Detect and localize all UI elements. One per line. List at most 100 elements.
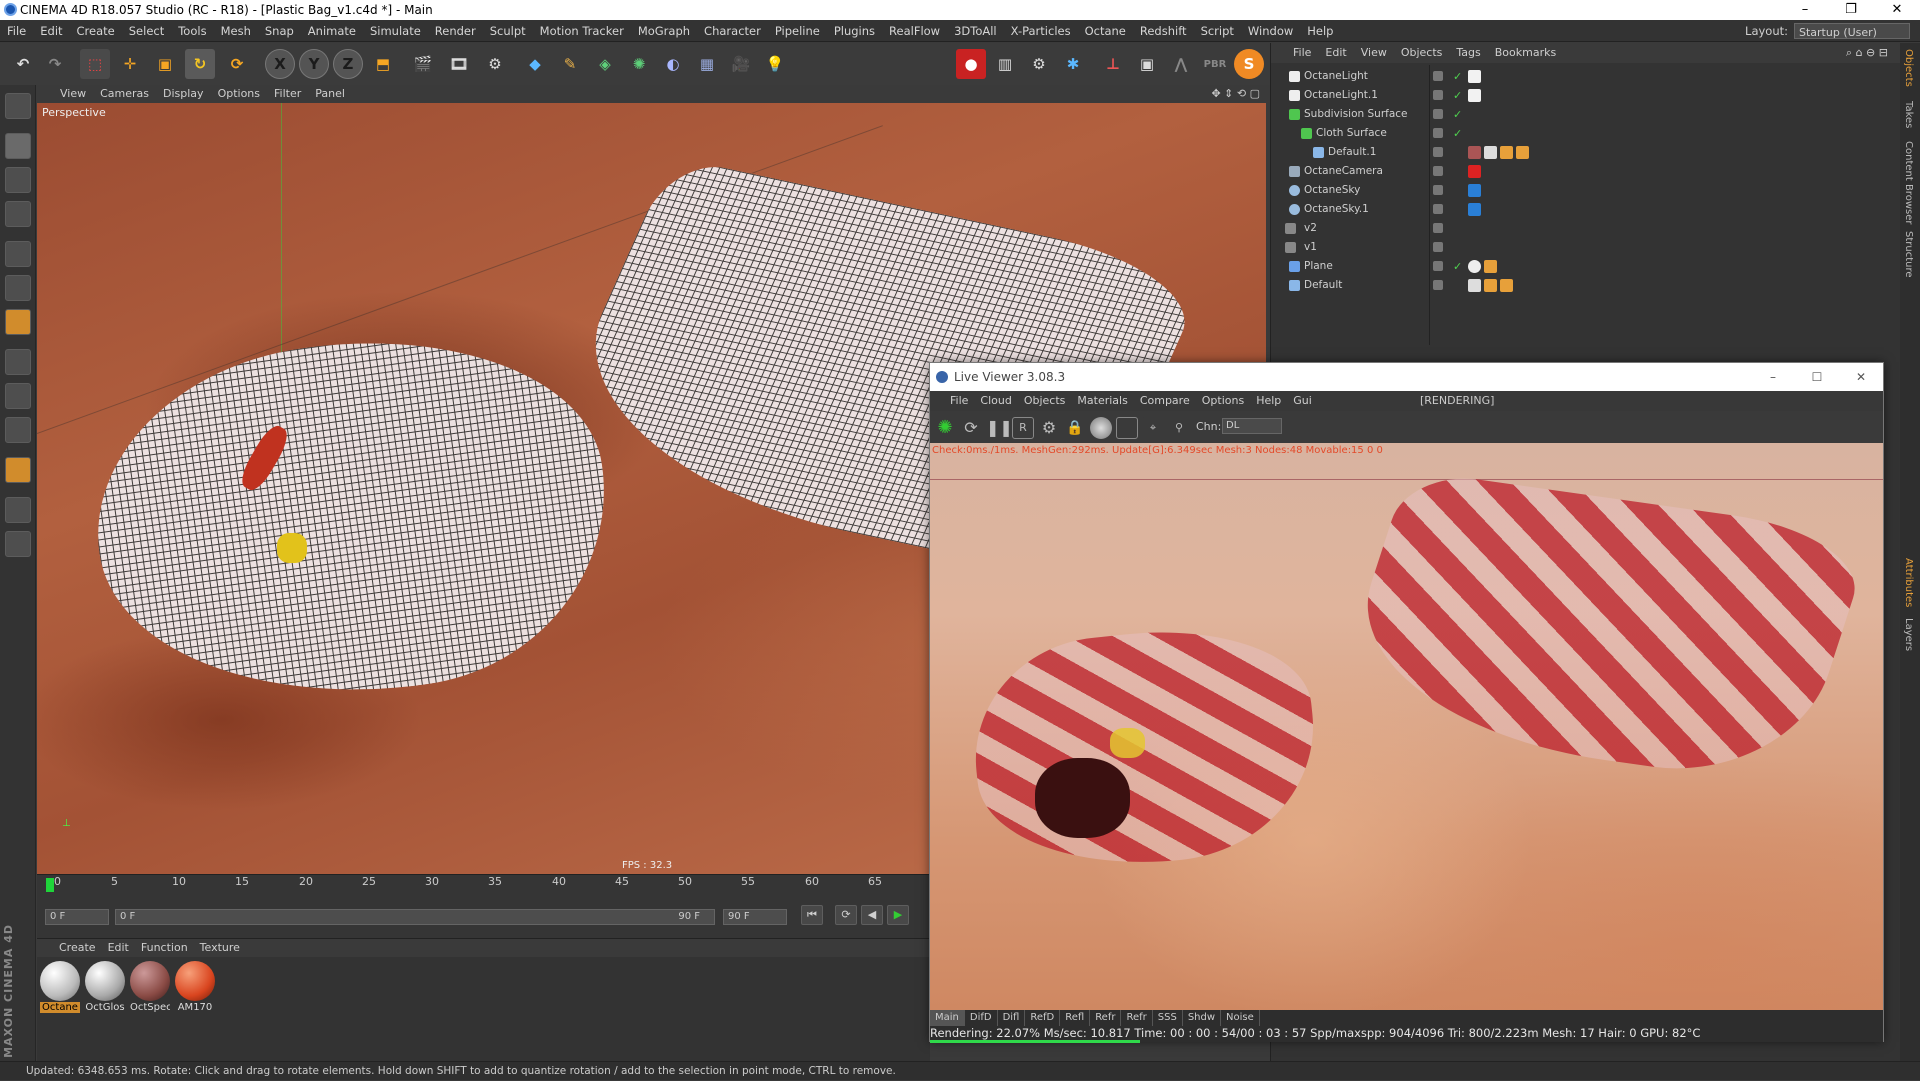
timeline-ruler[interactable]: 0 5 10 15 20 25 30 35 40 45 50 55 60 65	[37, 874, 930, 898]
light-icon[interactable]: 💡	[760, 49, 790, 79]
menu-plugins[interactable]: Plugins	[827, 20, 882, 42]
live-selection-icon[interactable]: ⬚	[80, 49, 110, 79]
menu-octane[interactable]: Octane	[1078, 20, 1133, 42]
lv-maximize-icon[interactable]: ☐	[1795, 363, 1839, 391]
make-editable-icon[interactable]	[5, 93, 31, 119]
polygons-mode-icon[interactable]	[5, 309, 31, 335]
menu-help[interactable]: Help	[1300, 20, 1340, 42]
viewport-menu-filter[interactable]: Filter	[267, 85, 308, 103]
menu-x-particles[interactable]: X-Particles	[1004, 20, 1078, 42]
start-frame-field[interactable]: 0 F	[45, 909, 109, 925]
objects-menu-file[interactable]: File	[1271, 43, 1318, 63]
objects-menu-edit[interactable]: Edit	[1318, 43, 1353, 63]
scale-icon[interactable]: ▣	[150, 49, 180, 79]
menu-edit[interactable]: Edit	[33, 20, 69, 42]
pass-tab-refl[interactable]: Refl	[1060, 1010, 1091, 1026]
pass-tab-difd[interactable]: DifD	[965, 1010, 998, 1026]
lv-menu-file[interactable]: File	[930, 391, 974, 411]
viewport-menu-display[interactable]: Display	[156, 85, 211, 103]
side-tab-content-browser[interactable]: Content Browser	[1903, 141, 1914, 224]
render-preview[interactable]: Check:0ms./1ms. MeshGen:292ms. Update[G]…	[930, 443, 1883, 1010]
lv-close-icon[interactable]: ✕	[1839, 363, 1883, 391]
camera-icon[interactable]: 🎥	[726, 49, 756, 79]
layout-select[interactable]: Startup (User)	[1794, 23, 1910, 39]
workplane-lock-icon[interactable]	[5, 497, 31, 523]
pick-material-icon[interactable]: ⚲	[1168, 417, 1190, 439]
menu-mesh[interactable]: Mesh	[214, 20, 258, 42]
objects-menu-bookmarks[interactable]: Bookmarks	[1488, 43, 1563, 63]
material-swatch[interactable]: AM170	[175, 961, 215, 1013]
minimize-icon[interactable]: –	[1782, 0, 1828, 20]
object-row[interactable]: Plane ✓	[1271, 257, 1901, 276]
restore-icon[interactable]: ❐	[1828, 0, 1874, 20]
z-axis-lock-icon[interactable]: Z	[333, 49, 363, 79]
viewport-menu-options[interactable]: Options	[211, 85, 267, 103]
cube-primitive-icon[interactable]: ◆	[520, 49, 550, 79]
viewport-menu-panel[interactable]: Panel	[308, 85, 352, 103]
viewport-navigation-icons[interactable]: ✥ ⇕ ⟲ ▢	[1211, 85, 1260, 103]
enable-snapping-icon[interactable]	[5, 457, 31, 483]
menu-animate[interactable]: Animate	[301, 20, 363, 42]
lv-menu-gui[interactable]: Gui	[1287, 391, 1318, 411]
undo-icon[interactable]: ↶	[8, 49, 38, 79]
material-menu-edit[interactable]: Edit	[102, 939, 135, 957]
model-mode-icon[interactable]	[5, 133, 31, 159]
current-frame-marker[interactable]	[46, 878, 54, 892]
clay-mode-icon[interactable]	[1116, 417, 1138, 439]
region-render-icon[interactable]: R	[1012, 417, 1034, 439]
end-frame-field[interactable]: 90 F	[723, 909, 787, 925]
menu-render[interactable]: Render	[428, 20, 483, 42]
side-tab-objects[interactable]: Objects	[1903, 49, 1914, 87]
floor-scene-icon[interactable]: ▦	[692, 49, 722, 79]
material-menu-function[interactable]: Function	[135, 939, 194, 957]
objects-menu-objects[interactable]: Objects	[1394, 43, 1450, 63]
start-render-icon[interactable]: ✺	[934, 417, 956, 439]
lv-menu-materials[interactable]: Materials	[1071, 391, 1133, 411]
subdivision-generator-icon[interactable]: ◈	[590, 49, 620, 79]
pass-tab-sss[interactable]: SSS	[1153, 1010, 1183, 1026]
object-row[interactable]: v1	[1271, 238, 1901, 257]
redshift-icon[interactable]: ⊥	[1098, 49, 1128, 79]
material-swatch[interactable]: OctGlos	[85, 961, 125, 1013]
menu-simulate[interactable]: Simulate	[363, 20, 428, 42]
x-axis-lock-icon[interactable]: X	[265, 49, 295, 79]
redshift-light-icon[interactable]: ⋀	[1166, 49, 1196, 79]
objects-menu-view[interactable]: View	[1354, 43, 1394, 63]
play-reverse-icon[interactable]: ◀	[861, 905, 883, 925]
pass-tab-refd[interactable]: RefD	[1025, 1010, 1061, 1026]
move-icon[interactable]: ✛	[115, 49, 145, 79]
live-viewer-titlebar[interactable]: Live Viewer 3.08.3 – ☐ ✕	[930, 363, 1883, 391]
play-forward-icon[interactable]: ▶	[887, 905, 909, 925]
side-tab-takes[interactable]: Takes	[1903, 101, 1914, 128]
lv-menu-compare[interactable]: Compare	[1134, 391, 1196, 411]
pass-tab-main[interactable]: Main	[930, 1010, 965, 1026]
pass-tab-refr[interactable]: Refr	[1090, 1010, 1122, 1026]
object-manager-nav-icons[interactable]: ⌕ ⌂ ⊖ ⊟	[1846, 43, 1888, 63]
redshift-render-view-icon[interactable]: ▣	[1132, 49, 1162, 79]
pass-tab-shdw[interactable]: Shdw	[1183, 1010, 1222, 1026]
lv-minimize-icon[interactable]: –	[1751, 363, 1795, 391]
preview-range-slider[interactable]: 0 F 90 F	[115, 909, 715, 925]
object-row[interactable]: OctaneCamera	[1271, 162, 1901, 181]
object-row[interactable]: v2	[1271, 219, 1901, 238]
menu-motion-tracker[interactable]: Motion Tracker	[533, 20, 631, 42]
edges-mode-icon[interactable]	[5, 275, 31, 301]
lv-settings-icon[interactable]: ⚙	[1038, 417, 1060, 439]
object-row[interactable]: Default.1	[1271, 143, 1901, 162]
render-settings-icon[interactable]: ⚙	[480, 49, 510, 79]
menu-3dtoall[interactable]: 3DToAll	[947, 20, 1004, 42]
goto-start-icon[interactable]: ⏮	[801, 905, 823, 925]
rotate-icon[interactable]: ↻	[185, 49, 215, 79]
coordinate-system-icon[interactable]: ⬒	[368, 49, 398, 79]
menu-mograph[interactable]: MoGraph	[631, 20, 697, 42]
crumpled-bag-mesh[interactable]	[75, 309, 629, 727]
menu-realflow[interactable]: RealFlow	[882, 20, 947, 42]
snap-mode-icon[interactable]	[5, 417, 31, 443]
points-mode-icon[interactable]	[5, 241, 31, 267]
pass-tab-difl[interactable]: Difl	[998, 1010, 1026, 1026]
menu-window[interactable]: Window	[1241, 20, 1300, 42]
pass-tab-refr-2[interactable]: Refr	[1121, 1010, 1153, 1026]
pen-spline-icon[interactable]: ✎	[555, 49, 585, 79]
viewport-menu-cameras[interactable]: Cameras	[93, 85, 156, 103]
material-swatch[interactable]: OctSpec	[130, 961, 170, 1013]
